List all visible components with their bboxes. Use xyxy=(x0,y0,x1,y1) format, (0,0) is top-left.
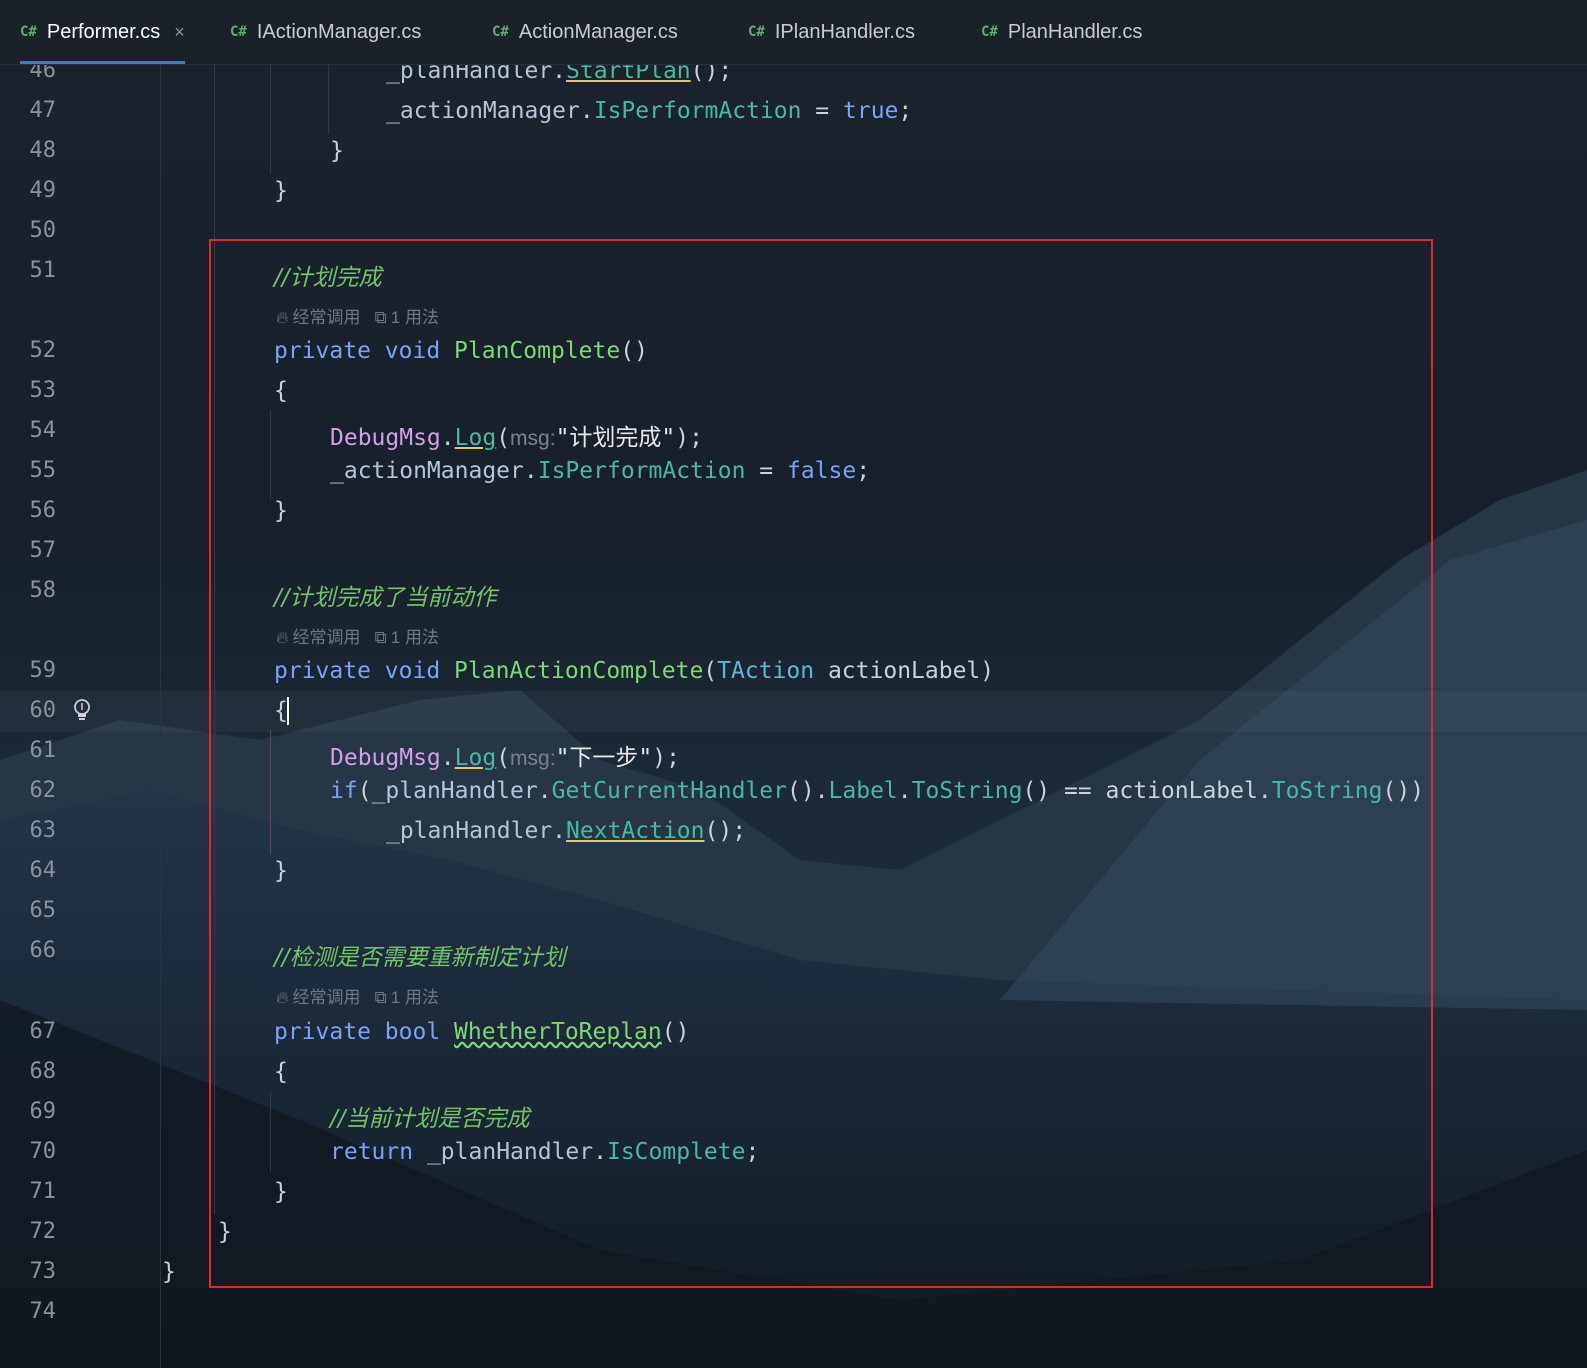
tab-performer[interactable]: C# Performer.cs × xyxy=(20,0,185,64)
tab-iplanhandler[interactable]: C# IPlanHandler.cs xyxy=(748,0,915,64)
tab-label: Performer.cs xyxy=(46,20,161,43)
editor-tab-bar: C# Performer.cs × C# IActionManager.cs C… xyxy=(0,0,1587,65)
close-icon[interactable]: × xyxy=(174,22,185,43)
csharp-file-icon: C# xyxy=(492,24,509,40)
code-line-47: _actionManager.IsPerformAction = true; xyxy=(386,98,913,124)
csharp-file-icon: C# xyxy=(230,24,247,40)
tab-label: IActionManager.cs xyxy=(256,20,422,43)
csharp-file-icon: C# xyxy=(981,24,998,40)
tab-label: ActionManager.cs xyxy=(518,20,678,43)
tab-planhandler[interactable]: C# PlanHandler.cs xyxy=(981,0,1142,64)
tab-iactionmanager[interactable]: C# IActionManager.cs xyxy=(230,0,421,64)
tab-actionmanager[interactable]: C# ActionManager.cs xyxy=(492,0,678,64)
csharp-file-icon: C# xyxy=(748,24,765,40)
tab-label: IPlanHandler.cs xyxy=(774,20,915,43)
code-line-48: } xyxy=(330,138,344,164)
annotation-highlight-box xyxy=(209,239,1433,1288)
code-line-73: } xyxy=(162,1259,176,1285)
code-line-49: } xyxy=(274,178,288,204)
tab-label: PlanHandler.cs xyxy=(1007,20,1143,43)
csharp-file-icon: C# xyxy=(20,24,37,40)
